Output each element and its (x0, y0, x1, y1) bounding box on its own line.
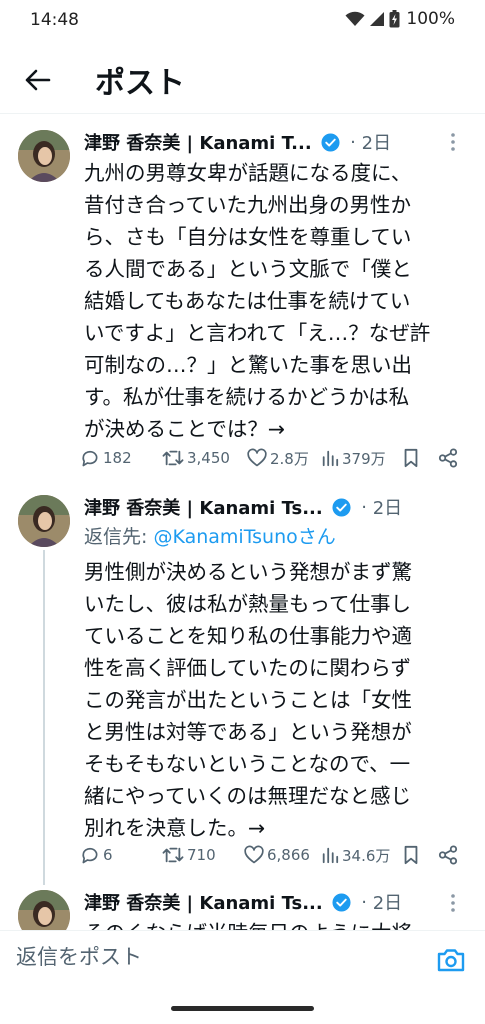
share-icon (438, 448, 458, 468)
like-button[interactable]: 6,866 (244, 842, 310, 868)
dot-separator: · (361, 496, 367, 518)
wifi-icon (345, 11, 365, 26)
tweet[interactable]: 津野 香奈美 | Kanami Ts... · 2日 返信先: @KanamiT… (0, 490, 485, 885)
tweet-timestamp[interactable]: 2日 (373, 893, 402, 914)
gesture-nav-handle[interactable] (171, 1006, 314, 1011)
author-name[interactable]: 津野 香奈美 | Kanami Ts... (84, 494, 323, 520)
share-button[interactable] (438, 842, 458, 868)
verified-badge-icon (332, 497, 352, 517)
tweet-header: 津野 香奈美 | Kanami Ts... · 2日 (84, 889, 465, 915)
like-button[interactable]: 2.8万 (247, 445, 309, 471)
like-count: 2.8万 (270, 449, 309, 468)
more-button[interactable] (443, 891, 463, 915)
status-icons: 100% (345, 9, 455, 29)
verified-badge-icon (321, 132, 340, 152)
reply-button[interactable]: 6 (80, 842, 113, 868)
like-icon (244, 845, 264, 864)
back-button[interactable] (20, 62, 56, 98)
author-name[interactable]: 津野 香奈美 | Kanami T... (84, 129, 312, 155)
more-icon (451, 894, 455, 912)
replying-to: 返信先: @KanamiTsunoさん (84, 522, 479, 549)
dot-separator: · (361, 891, 367, 913)
replying-to-label: 返信先: (84, 526, 154, 548)
tweet-actions: 6 710 6,866 34.6万 (80, 842, 465, 868)
tweet[interactable]: 津野 香奈美 | Kanami Ts... · 2日 そのくならば当時毎日のよう… (0, 885, 485, 930)
repost-icon (162, 847, 184, 863)
reply-count: 182 (103, 449, 132, 467)
tweet-header: 津野 香奈美 | Kanami T... · 2日 (84, 129, 465, 155)
battery-icon (389, 10, 400, 28)
status-bar: 14:48 100% (0, 0, 485, 40)
views-count: 379万 (342, 449, 386, 468)
bookmark-icon (404, 448, 418, 468)
author-name[interactable]: 津野 香奈美 | Kanami Ts... (84, 889, 323, 915)
reply-icon (82, 450, 98, 467)
reply-handle-link[interactable]: @KanamiTsunoさん (153, 526, 335, 548)
top-app-bar: ポスト (0, 44, 485, 114)
repost-button[interactable]: 3,450 (162, 445, 230, 471)
page-title: ポスト (95, 66, 185, 101)
reply-composer (0, 930, 485, 990)
avatar[interactable] (18, 890, 70, 930)
tweet-text: 九州の男尊女卑が話題になる度に、 昔付き合っていた九州出身の男性か ら、さも「自… (84, 161, 431, 441)
tweet-text: そのくならば当時毎日のように大将 (84, 917, 479, 930)
avatar-image (18, 495, 70, 547)
back-arrow-icon (25, 69, 51, 91)
dot-separator: · (350, 131, 356, 153)
like-icon (247, 448, 267, 467)
views-icon (322, 450, 339, 467)
bookmark-button[interactable] (402, 445, 420, 471)
avatar[interactable] (18, 495, 70, 547)
views-icon (322, 847, 339, 864)
share-button[interactable] (438, 445, 458, 471)
reply-count: 6 (103, 846, 113, 864)
views-button[interactable]: 379万 (321, 445, 386, 471)
tweet-header: 津野 香奈美 | Kanami Ts... · 2日 (84, 494, 465, 520)
more-button[interactable] (443, 130, 463, 154)
thread-line (43, 550, 45, 885)
more-icon (451, 133, 455, 151)
battery-percent: 100% (406, 9, 455, 29)
bookmark-button[interactable] (402, 842, 420, 868)
signal-icon (370, 12, 385, 26)
tweet-text: 男性側が決めるという発想がまず驚 いたし、彼は私が熱量もって仕事し ていることを… (84, 560, 412, 840)
repost-button[interactable]: 710 (162, 842, 216, 868)
views-count: 34.6万 (342, 846, 391, 865)
avatar-image (18, 130, 70, 182)
views-button[interactable]: 34.6万 (321, 842, 390, 868)
share-icon (438, 845, 458, 865)
tweet-timestamp[interactable]: 2日 (362, 133, 391, 154)
like-count: 6,866 (267, 846, 310, 864)
bookmark-icon (404, 845, 418, 865)
verified-badge-icon (332, 892, 352, 912)
tweet-actions: 182 3,450 2.8万 379万 (80, 445, 465, 471)
tweet-timestamp[interactable]: 2日 (373, 498, 402, 519)
repost-icon (162, 450, 184, 466)
tweet[interactable]: 津野 香奈美 | Kanami T... · 2日 九州の男尊女卑が話題になる度… (0, 115, 485, 490)
status-time: 14:48 (30, 10, 79, 30)
reply-icon (82, 847, 98, 864)
camera-button[interactable] (435, 944, 467, 976)
camera-icon (437, 949, 465, 972)
avatar[interactable] (18, 130, 70, 182)
reply-input[interactable] (16, 945, 396, 969)
repost-count: 710 (187, 846, 216, 864)
avatar-image (18, 890, 70, 930)
reply-button[interactable]: 182 (80, 445, 132, 471)
repost-count: 3,450 (187, 449, 230, 467)
